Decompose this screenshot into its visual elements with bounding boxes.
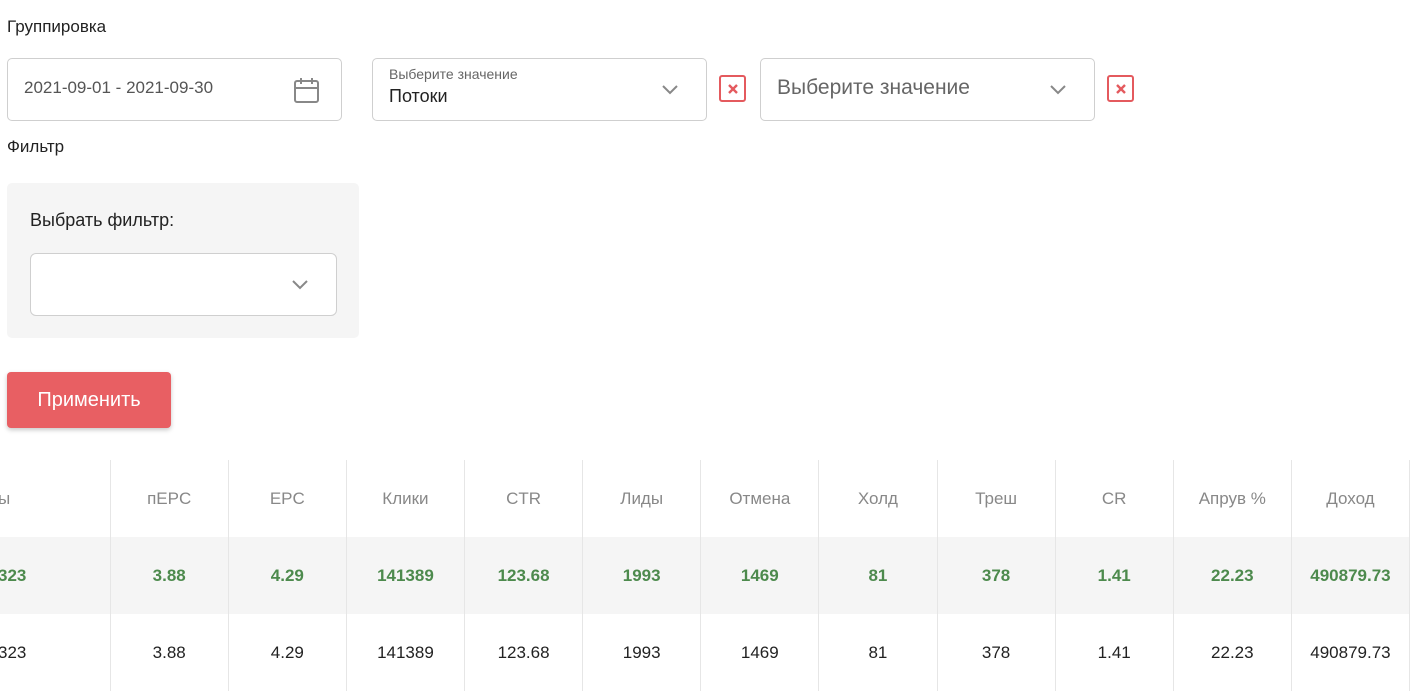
grouping-select-1-value: Потоки [389,86,448,106]
table-cell: 323 [0,614,111,691]
grouping-select-2-placeholder: Выберите значение [777,76,970,99]
column-header[interactable]: Апрув % [1173,460,1292,537]
clear-grouping-2-button[interactable] [1107,75,1134,102]
chevron-down-icon [1050,85,1066,95]
table-cell: 123.68 [464,614,584,691]
filter-label: Фильтр [7,137,65,156]
table-cell: 1469 [700,614,820,691]
close-icon [727,83,738,94]
filter-select-label: Выбрать фильтр: [30,210,175,230]
table-cell: 1993 [582,614,702,691]
close-icon [1115,83,1126,94]
table-cell: 1.41 [1055,614,1174,691]
table-cell: 490879.73 [1291,537,1411,614]
chevron-down-icon [292,280,308,290]
stats-table: ы пEPC EPC Клики CTR Лиды Отмена Холд Тр… [0,460,1418,693]
filter-panel: Выбрать фильтр: [7,183,359,338]
table-cell: 378 [937,614,1056,691]
grouping-select-1[interactable]: Выберите значение Потоки [372,58,707,121]
grouping-select-1-caption: Выберите значение [389,66,518,82]
column-header[interactable]: CTR [464,460,584,537]
chevron-down-icon [662,85,678,95]
apply-button[interactable]: Применить [7,372,171,428]
table-cell: 378 [937,537,1056,614]
table-cell: 22.23 [1173,614,1292,691]
column-header[interactable]: Доход [1291,460,1411,537]
table-cell: 141389 [346,537,466,614]
column-header[interactable]: Треш [937,460,1056,537]
table-cell: 490879.73 [1291,614,1411,691]
table-cell: 3.88 [110,537,229,614]
column-header[interactable]: пEPC [110,460,229,537]
column-header[interactable]: EPC [228,460,347,537]
table-row-total: 323 3.88 4.29 141389 123.68 1993 1469 81… [0,537,1411,614]
table-row: 323 3.88 4.29 141389 123.68 1993 1469 81… [0,614,1411,691]
table-cell: 123.68 [464,537,584,614]
table-cell: 323 [0,537,111,614]
grouping-label: Группировка [7,17,107,36]
table-cell: 4.29 [228,537,347,614]
calendar-icon[interactable] [292,76,321,105]
table-cell: 1993 [582,537,702,614]
clear-grouping-1-button[interactable] [719,75,746,102]
grouping-select-2[interactable]: Выберите значение [760,58,1095,121]
column-header[interactable]: Лиды [582,460,702,537]
table-cell: 1.41 [1055,537,1174,614]
column-header[interactable]: CR [1055,460,1174,537]
table-cell: 81 [818,614,938,691]
date-range-value: 2021-09-01 - 2021-09-30 [24,78,214,97]
date-range-picker[interactable]: 2021-09-01 - 2021-09-30 [7,58,342,121]
table-header-row: ы пEPC EPC Клики CTR Лиды Отмена Холд Тр… [0,460,1411,537]
column-header[interactable]: Отмена [700,460,820,537]
table-cell: 81 [818,537,938,614]
column-header[interactable]: Холд [818,460,938,537]
table-cell: 1469 [700,537,820,614]
table-cell: 22.23 [1173,537,1292,614]
filter-select[interactable] [30,253,337,316]
table-cell: 141389 [346,614,466,691]
table-cell: 4.29 [228,614,347,691]
column-header[interactable]: Клики [346,460,466,537]
column-header[interactable]: ы [0,460,111,537]
table-cell: 3.88 [110,614,229,691]
